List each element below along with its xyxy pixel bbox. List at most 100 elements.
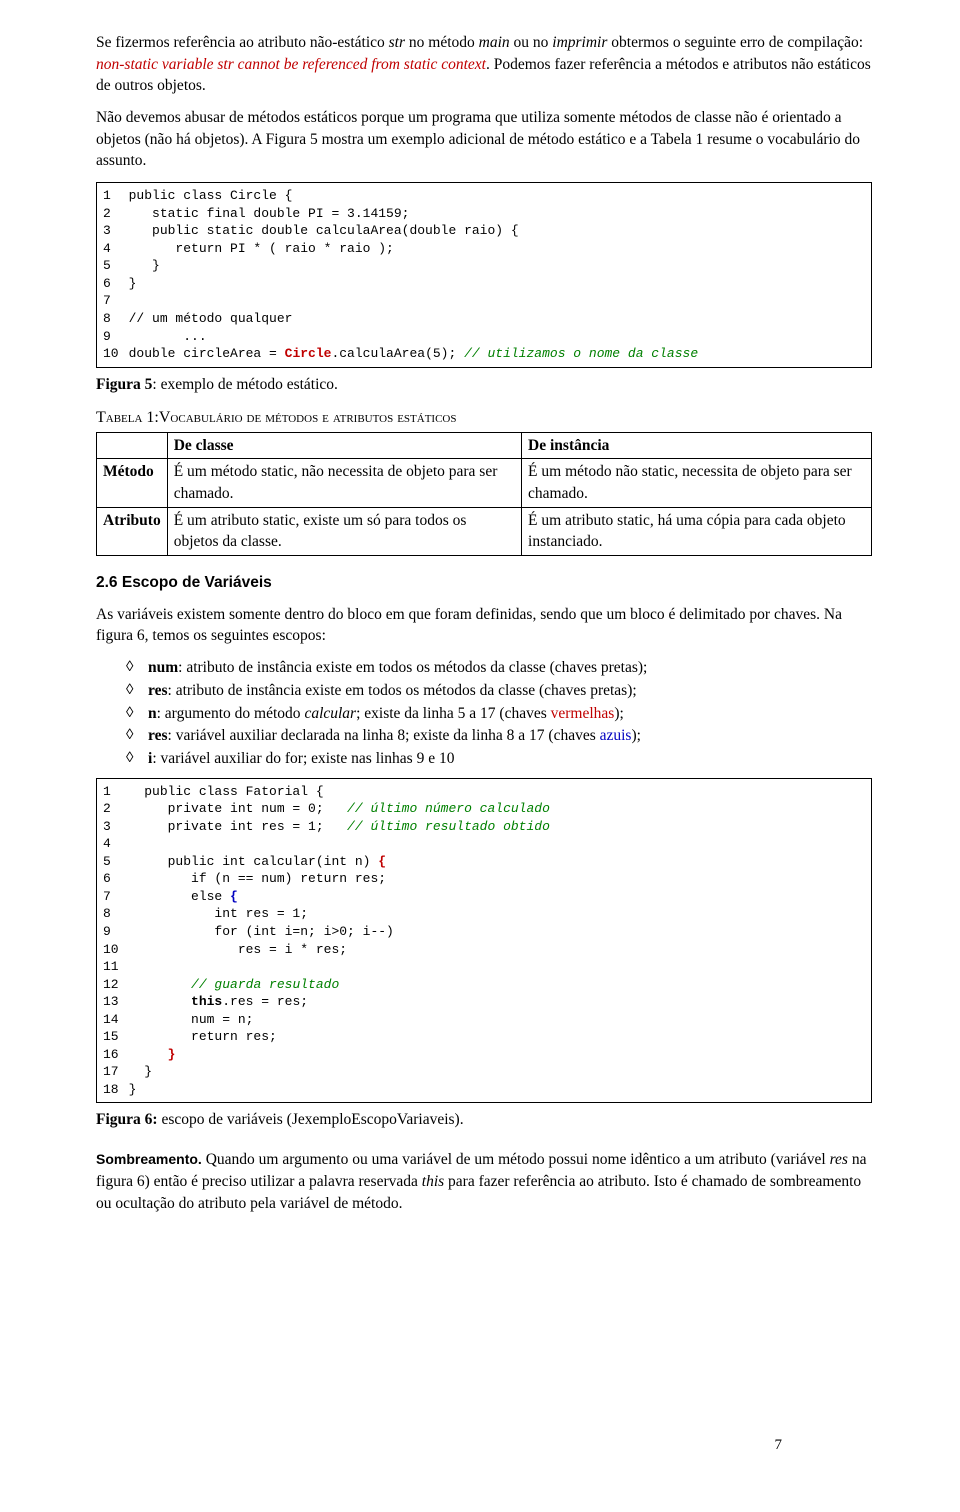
this-keyword: this <box>191 994 222 1009</box>
kw-this: this <box>422 1173 444 1190</box>
col-de-classe: De classe <box>167 432 521 459</box>
table-1-caption: Tabela 1:Vocabulário de métodos e atribu… <box>96 407 872 429</box>
text: no método <box>405 34 479 51</box>
var-name: n <box>148 705 157 722</box>
code-line <box>129 994 191 1009</box>
para-sombreamento: Sombreamento. Quando um argumento ou uma… <box>96 1149 872 1214</box>
code-line: } <box>129 1082 137 1097</box>
list-item: n: argumento do método calcular; existe … <box>126 703 872 725</box>
code-line: double circleArea = <box>129 346 285 361</box>
code-line: else <box>129 889 230 904</box>
method-imprimir: imprimir <box>552 34 607 51</box>
line-numbers: 1 2 3 4 5 6 7 8 9 10 <box>103 187 129 362</box>
code-comment: // utilizamos o nome da classe <box>464 346 698 361</box>
brace-open: { <box>230 889 238 904</box>
code-line: int res = 1; <box>129 906 308 921</box>
code-line: res = i * res; <box>129 942 347 957</box>
text: ); <box>614 705 623 722</box>
fig5-label: Figura 5 <box>96 376 152 393</box>
fig5-text: : exemplo de método estático. <box>152 376 338 393</box>
row-metodo: Método <box>97 459 168 507</box>
code-line: public int calcular(int n) <box>129 854 379 869</box>
table-header-row: De classe De instância <box>97 432 872 459</box>
code-figure-5: 1 2 3 4 5 6 7 8 9 10 public class Circle… <box>96 182 872 367</box>
text: : atributo de instância existe em todos … <box>168 682 637 699</box>
cell: É um atributo static, existe um só para … <box>167 507 521 555</box>
text: ); <box>631 727 640 744</box>
page-number: 7 <box>775 1435 783 1456</box>
text: : argumento do método <box>157 705 305 722</box>
figure-6-caption: Figura 6: escopo de variáveis (JexemploE… <box>96 1109 872 1131</box>
cell: É um método static, não necessita de obj… <box>167 459 521 507</box>
text: Quando um argumento ou uma variável de u… <box>202 1151 830 1168</box>
list-item: num: atributo de instância existe em tod… <box>126 657 872 679</box>
cell: É um método não static, necessita de obj… <box>522 459 872 507</box>
code-line: } <box>129 258 160 273</box>
table-row: Método É um método static, não necessita… <box>97 459 872 507</box>
code-line: num = n; <box>129 1012 254 1027</box>
code-comment: // último resultado obtido <box>347 819 550 834</box>
text: ; existe da linha 5 a 17 (chaves <box>356 705 551 722</box>
code-line: } <box>129 1064 152 1079</box>
code-line: .calculaArea(5); <box>331 346 464 361</box>
vocab-table: De classe De instância Método É um métod… <box>96 432 872 556</box>
code-line: for (int i=n; i>0; i--) <box>129 924 394 939</box>
text: : variável auxiliar do for; existe nas l… <box>152 750 454 767</box>
list-item: i: variável auxiliar do for; existe nas … <box>126 748 872 770</box>
var-name: num <box>148 659 178 676</box>
code-body: public class Fatorial { private int num … <box>129 783 865 1099</box>
code-body: public class Circle { static final doubl… <box>129 187 865 362</box>
empty-cell <box>97 432 168 459</box>
code-line: return PI * ( raio * raio ); <box>129 241 394 256</box>
method-main: main <box>479 34 510 51</box>
figure-5-caption: Figura 5: exemplo de método estático. <box>96 374 872 396</box>
code-line: } <box>129 276 137 291</box>
text: obtermos o seguinte erro de compilação: <box>607 34 863 51</box>
code-line: private int res = 1; <box>129 819 347 834</box>
row-atributo: Atributo <box>97 507 168 555</box>
code-comment: // guarda resultado <box>191 977 339 992</box>
fig6-label: Figura 6: <box>96 1111 158 1128</box>
code-comment: // último número calculado <box>347 801 550 816</box>
para-intro-2: Não devemos abusar de métodos estáticos … <box>96 107 872 172</box>
brace-blue: azuis <box>600 727 632 744</box>
code-line: ... <box>129 329 207 344</box>
code-line: public class Fatorial { <box>129 784 324 799</box>
code-line: public class Circle { <box>129 188 293 203</box>
code-line: // um método qualquer <box>129 311 293 326</box>
fig6-text: escopo de variáveis (JexemploEscopoVaria… <box>158 1111 464 1128</box>
code-line: return res; <box>129 1029 277 1044</box>
code-line <box>129 977 191 992</box>
code-line: if (n == num) return res; <box>129 871 386 886</box>
class-ref: Circle <box>285 346 332 361</box>
code-line: public static double calculaArea(double … <box>129 223 519 238</box>
text: ou no <box>510 34 553 51</box>
brace-close: } <box>129 1047 176 1062</box>
table-row: Atributo É um atributo static, existe um… <box>97 507 872 555</box>
list-item: res: variável auxiliar declarada na linh… <box>126 725 872 747</box>
text: Se fizermos referência ao atributo não-e… <box>96 34 389 51</box>
col-de-instancia: De instância <box>522 432 872 459</box>
compiler-error: non-static variable str cannot be refere… <box>96 56 486 73</box>
code-figure-6: 1 2 3 4 5 6 7 8 9 10 11 12 13 14 15 16 1… <box>96 778 872 1104</box>
section-2-6-heading: 2.6 Escopo de Variáveis <box>96 572 872 594</box>
code-line: .res = res; <box>222 994 308 1009</box>
sombreamento-lead: Sombreamento. <box>96 1151 202 1167</box>
code-line: static final double PI = 3.14159; <box>129 206 410 221</box>
code-line: private int num = 0; <box>129 801 347 816</box>
text: : atributo de instância existe em todos … <box>178 659 647 676</box>
cell: É um atributo static, há uma cópia para … <box>522 507 872 555</box>
brace-red: vermelhas <box>551 705 615 722</box>
para-intro-1: Se fizermos referência ao atributo não-e… <box>96 32 872 97</box>
var-name: res <box>148 682 168 699</box>
var-name: res <box>148 727 168 744</box>
brace-open: { <box>378 854 386 869</box>
list-item: res: atributo de instância existe em tod… <box>126 680 872 702</box>
var-res: res <box>830 1151 848 1168</box>
var-str: str <box>389 34 405 51</box>
text: : variável auxiliar declarada na linha 8… <box>168 727 600 744</box>
scope-list: num: atributo de instância existe em tod… <box>96 657 872 769</box>
method-name: calcular <box>304 705 356 722</box>
para-scope-intro: As variáveis existem somente dentro do b… <box>96 604 872 647</box>
line-numbers: 1 2 3 4 5 6 7 8 9 10 11 12 13 14 15 16 1… <box>103 783 129 1099</box>
